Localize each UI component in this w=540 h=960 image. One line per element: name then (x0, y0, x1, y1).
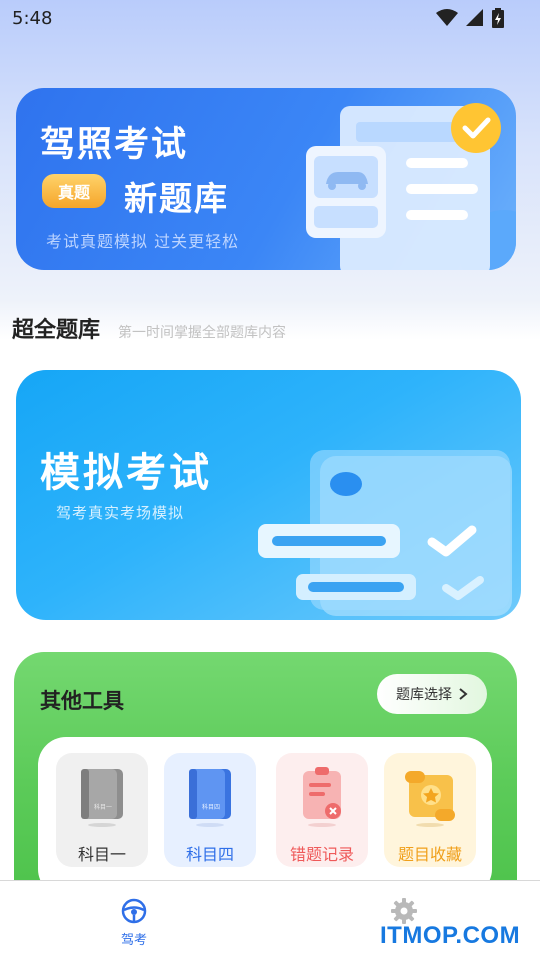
wrong-answers-tile[interactable]: 错题记录 (276, 753, 368, 867)
watermark: ITMOP.COM (380, 922, 521, 949)
tile-label: 科目四 (185, 845, 234, 864)
nav-label: 驾考 (120, 933, 147, 948)
exam-caption: 驾考真实考场模拟 (56, 504, 185, 522)
banner-subtitle: 新题库 (124, 179, 229, 218)
banner-title: 驾照考试 (40, 125, 189, 165)
banner-caption: 考试真题模拟 过关更轻松 (46, 232, 240, 251)
section-caption: 第一时间掌握全部题库内容 (118, 325, 286, 341)
select-button-label: 题库选择 (396, 687, 452, 703)
scroll-star-icon (405, 771, 455, 827)
subject-one-tile[interactable]: 科目一 科目一 (56, 753, 148, 867)
battery-icon (492, 8, 504, 28)
nav-item-driving-test[interactable]: 驾考 (104, 897, 164, 948)
nav-item-settings[interactable] (374, 897, 434, 925)
favorites-tile[interactable]: 题目收藏 (384, 753, 476, 867)
clipboard-icon (303, 767, 341, 827)
document-illustration-icon (306, 103, 516, 270)
real-exam-badge: 真题 (42, 174, 106, 208)
status-bar: 5:48 (0, 0, 540, 36)
tile-label: 题目收藏 (397, 845, 462, 864)
subject-four-tile[interactable]: 科目四 科目四 (164, 753, 256, 867)
tools-title: 其他工具 (40, 689, 124, 713)
exam-title: 模拟考试 (40, 450, 212, 496)
checklist-illustration-icon (258, 450, 512, 616)
question-bank-select-button[interactable]: 题库选择 (377, 674, 487, 714)
book-icon: 科目一 (81, 769, 123, 827)
book-cover-label: 科目一 (94, 803, 112, 811)
book-cover-label: 科目四 (202, 803, 220, 811)
status-icons (436, 8, 504, 28)
other-tools-card: 其他工具 题库选择 科目一 科目一 科目四 科目四 错题记录 题目收藏 (14, 652, 517, 912)
gear-icon (391, 898, 417, 924)
tile-label: 错题记录 (289, 845, 354, 864)
book-icon: 科目四 (189, 769, 231, 827)
status-time: 5:48 (12, 8, 53, 29)
section-title: 超全题库 (12, 318, 101, 343)
tools-panel: 科目一 科目一 科目四 科目四 错题记录 题目收藏 (38, 737, 492, 897)
new-question-bank-banner[interactable]: 驾照考试 真题 新题库 考试真题模拟 过关更轻松 (16, 88, 516, 270)
cell-signal-icon (466, 9, 483, 26)
wifi-icon (436, 9, 458, 26)
steering-wheel-icon (121, 898, 147, 924)
mock-exam-card[interactable]: 模拟考试 驾考真实考场模拟 (16, 370, 521, 620)
tile-label: 科目一 (77, 845, 126, 864)
chevron-right-icon (459, 688, 468, 700)
